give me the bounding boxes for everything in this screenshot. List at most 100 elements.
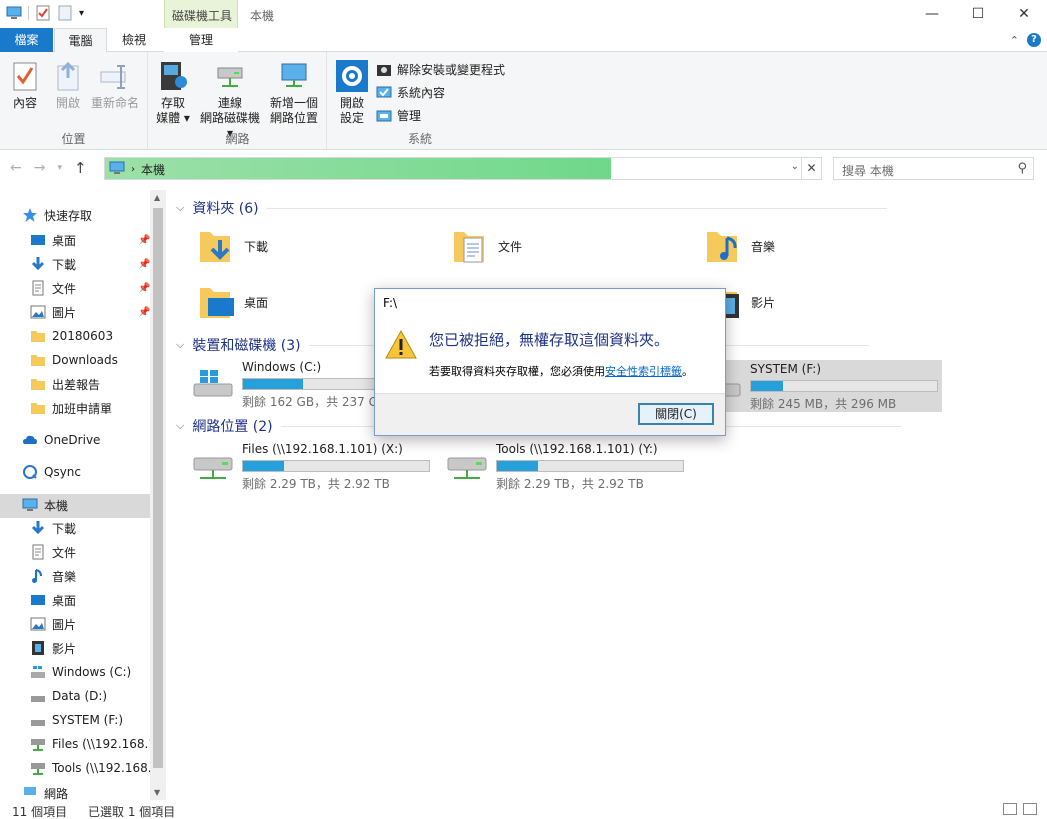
nav-quick-folder-20180603[interactable]: 20180603 <box>30 325 113 347</box>
folder-music[interactable]: 音樂 <box>703 226 775 266</box>
drive-usage-fill <box>497 461 538 471</box>
minimize-button[interactable]: — <box>909 0 955 28</box>
forward-arrow-icon[interactable]: → <box>34 160 46 176</box>
tab-manage[interactable]: 管理 <box>164 28 238 52</box>
security-tab-link[interactable]: 安全性索引標籤 <box>605 365 682 378</box>
nav-pc-pictures[interactable]: 圖片 <box>30 613 76 635</box>
add-location-label-1: 新增一個 <box>269 96 318 110</box>
folder-icon <box>30 328 46 344</box>
drive-usage-bar <box>242 460 430 472</box>
address-bar[interactable]: › 本機 ⌄ ✕ <box>104 157 822 180</box>
properties-icon[interactable] <box>35 5 51 21</box>
open-settings-label-1: 開啟 <box>339 96 364 110</box>
large-icons-view-icon[interactable] <box>1023 803 1037 815</box>
tab-view[interactable]: 檢視 <box>108 28 160 52</box>
map-network-drive-button[interactable]: 連線 網路磁碟機 ▾ <box>197 60 263 141</box>
status-bar: 11 個項目 已選取 1 個項目 <box>0 800 1047 819</box>
properties-icon <box>9 60 41 92</box>
search-box[interactable]: 搜尋 本機 ⚲ <box>833 157 1034 180</box>
nav-pc-desktop[interactable]: 桌面 <box>30 589 76 611</box>
new-folder-icon[interactable] <box>57 5 73 21</box>
desktop-icon <box>30 232 46 248</box>
drive-name: Files (\\192.168.1.101) (X:) <box>242 442 403 456</box>
uninstall-icon <box>376 62 392 78</box>
nav-quick-folder-trip-report[interactable]: 出差報告 <box>30 373 100 395</box>
scroll-up-icon[interactable]: ▲ <box>154 193 160 202</box>
rename-button[interactable]: 重新命名 <box>90 60 140 111</box>
nav-quick-downloads[interactable]: 下載 <box>30 253 76 275</box>
nav-this-pc[interactable]: 本機 <box>22 494 68 516</box>
recent-locations-icon[interactable]: ▾ <box>57 163 62 173</box>
folder-downloads[interactable]: 下載 <box>196 226 268 266</box>
nav-quick-pictures[interactable]: 圖片 <box>30 301 76 323</box>
network-drive-x[interactable]: Files (\\192.168.1.101) (X:) 剩餘 2.29 TB，… <box>184 440 434 492</box>
nav-pc-drive-c[interactable]: Windows (C:) <box>30 661 131 683</box>
scroll-thumb[interactable] <box>153 208 163 768</box>
drive-f[interactable]: SYSTEM (F:) 剩餘 245 MB，共 296 MB <box>692 360 942 412</box>
window-controls: — ☐ ✕ <box>909 0 1047 28</box>
folder-documents[interactable]: 文件 <box>450 226 522 266</box>
system-properties-button[interactable]: 系統內容 <box>376 84 445 101</box>
nav-pc-documents[interactable]: 文件 <box>30 541 76 563</box>
downloads-folder-icon <box>196 226 236 266</box>
folder-icon <box>30 352 46 368</box>
customize-qat-icon[interactable]: ▾ <box>79 8 84 19</box>
open-settings-button[interactable]: 開啟 設定 <box>334 60 370 126</box>
details-view-icon[interactable] <box>1003 803 1017 815</box>
uninstall-program-button[interactable]: 解除安裝或變更程式 <box>376 61 505 78</box>
window-title: 本機 <box>250 9 275 23</box>
nav-pc-drive-f[interactable]: SYSTEM (F:) <box>30 709 123 731</box>
computer-icon[interactable] <box>6 5 22 21</box>
help-icon[interactable]: ? <box>1027 33 1041 47</box>
folder-label: 音樂 <box>751 239 776 254</box>
maximize-button[interactable]: ☐ <box>955 0 1001 28</box>
folders-section-header[interactable]: ⌵ 資料夾 (6) <box>176 198 887 218</box>
nav-pc-videos[interactable]: 影片 <box>30 637 76 659</box>
nav-quick-documents[interactable]: 文件 <box>30 277 76 299</box>
nav-pc-drive-d[interactable]: Data (D:) <box>30 685 107 707</box>
dialog-close-button[interactable]: 關閉(C) <box>638 403 714 425</box>
clear-address-icon[interactable]: ✕ <box>801 158 821 179</box>
manage-button[interactable]: 管理 <box>376 107 421 124</box>
tab-file[interactable]: 檔案 <box>0 28 53 52</box>
close-button[interactable]: ✕ <box>1001 0 1047 28</box>
manage-icon <box>376 108 392 124</box>
access-media-button[interactable]: 存取 媒體 ▾ <box>155 60 191 126</box>
add-network-location-button[interactable]: 新增一個 網路位置 <box>267 60 321 126</box>
nav-quick-desktop[interactable]: 桌面 <box>30 229 76 251</box>
nav-label: 下載 <box>52 257 77 272</box>
address-dropdown-icon[interactable]: ⌄ <box>791 161 799 172</box>
nav-quick-folder-overtime[interactable]: 加班申請單 <box>30 397 112 419</box>
nav-pc-music[interactable]: 音樂 <box>30 565 76 587</box>
breadcrumb-chevron-icon[interactable]: › <box>131 164 135 175</box>
properties-button[interactable]: 內容 <box>8 60 42 111</box>
search-icon[interactable]: ⚲ <box>1017 161 1027 176</box>
pin-icon[interactable]: 📌 <box>138 235 150 246</box>
folder-desktop[interactable]: 桌面 <box>196 282 268 322</box>
network-drive-y[interactable]: Tools (\\192.168.1.101) (Y:) 剩餘 2.29 TB，… <box>438 440 688 492</box>
back-arrow-icon[interactable]: ← <box>10 160 22 176</box>
scroll-down-icon[interactable]: ▼ <box>154 788 160 797</box>
ribbon-right-controls: ⌃ ? <box>1010 33 1041 47</box>
pin-icon[interactable]: 📌 <box>138 283 150 294</box>
nav-network[interactable]: 網路 <box>22 786 68 800</box>
nav-quick-access[interactable]: 快速存取 <box>22 204 92 226</box>
tab-computer[interactable]: 電腦 <box>54 28 107 53</box>
nav-scrollbar[interactable]: ▲ ▼ <box>150 190 166 800</box>
pin-icon[interactable]: 📌 <box>138 307 150 318</box>
nav-pc-network-y[interactable]: Tools (\\192.168.1. <box>30 757 163 779</box>
nav-pc-network-x[interactable]: Files (\\192.168.1. <box>30 733 160 755</box>
breadcrumb-this-pc[interactable]: 本機 <box>141 161 165 178</box>
drive-usage-fill <box>751 381 783 391</box>
nav-qsync[interactable]: Qsync <box>22 461 81 483</box>
nav-pc-downloads[interactable]: 下載 <box>30 517 76 539</box>
system-group-label: 系統 <box>407 132 432 146</box>
nav-onedrive[interactable]: OneDrive <box>22 429 100 451</box>
open-button[interactable]: 開啟 <box>52 60 84 111</box>
nav-quick-folder-downloads[interactable]: Downloads <box>30 349 118 371</box>
up-arrow-icon[interactable]: ↑ <box>74 159 87 177</box>
chevron-down-icon: ⌵ <box>176 338 185 351</box>
pin-icon[interactable]: 📌 <box>138 259 150 270</box>
network-location-icon <box>278 60 310 92</box>
collapse-ribbon-icon[interactable]: ⌃ <box>1010 34 1019 47</box>
